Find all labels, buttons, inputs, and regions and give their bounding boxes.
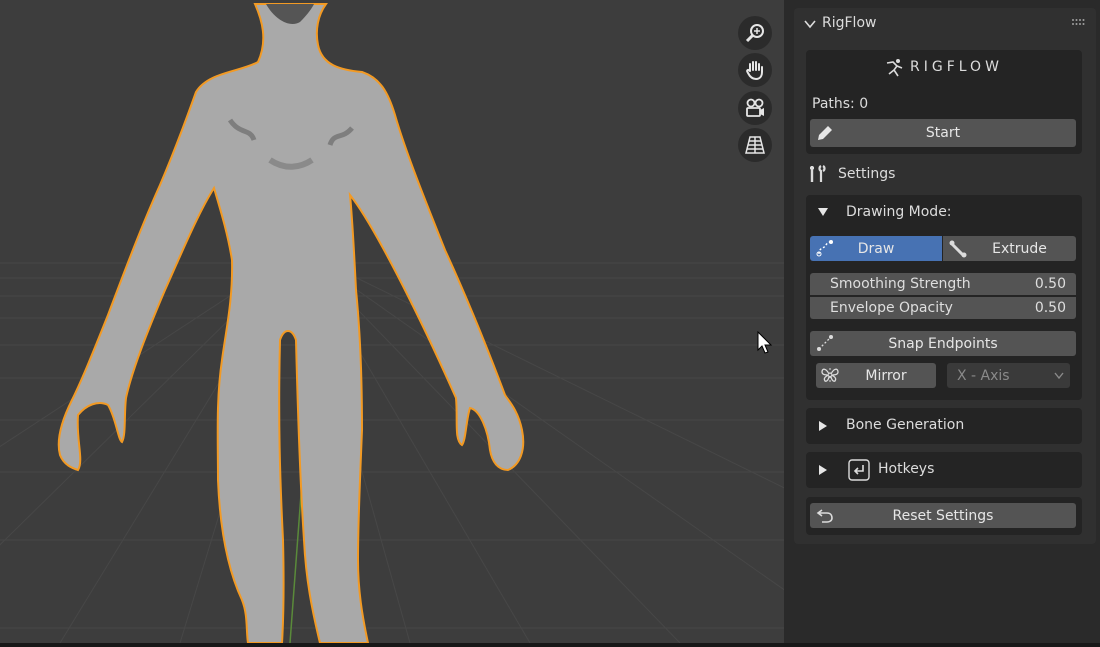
- wrench-screwdriver-icon: [810, 165, 826, 182]
- character-mesh: [57, 3, 525, 643]
- reset-section: Reset Settings: [806, 497, 1082, 535]
- scene-canvas: [0, 3, 784, 643]
- snap-line-icon: [817, 335, 833, 351]
- hotkeys-section[interactable]: Hotkeys: [806, 452, 1082, 488]
- mouse-cursor-icon: [757, 331, 773, 354]
- mirror-toggle[interactable]: Mirror: [816, 363, 936, 388]
- hand-pan-icon[interactable]: [738, 53, 772, 87]
- logo-text: RIGFLOW: [910, 59, 1003, 75]
- snap-label: Snap Endpoints: [888, 335, 998, 352]
- extrude-mode-button[interactable]: Extrude: [943, 236, 1076, 261]
- expand-right-icon[interactable]: [819, 465, 827, 475]
- camera-icon[interactable]: [738, 91, 772, 125]
- mirror-butterfly-icon: [821, 368, 839, 382]
- hotkeys-label: Hotkeys: [878, 461, 935, 477]
- status-bar: [0, 643, 1100, 647]
- smoothing-strength-field[interactable]: Smoothing Strength 0.50: [810, 273, 1076, 295]
- grid-perspective-icon[interactable]: [738, 128, 772, 162]
- axis-value: X - Axis: [957, 367, 1010, 384]
- reset-settings-button[interactable]: Reset Settings: [810, 503, 1076, 528]
- draw-path-icon: [816, 240, 833, 257]
- paths-count: Paths: 0: [812, 96, 869, 112]
- axis-dropdown[interactable]: X - Axis: [947, 363, 1070, 388]
- bone-icon: [949, 240, 967, 258]
- start-button[interactable]: Start: [810, 119, 1076, 147]
- mirror-label: Mirror: [865, 367, 907, 384]
- 3d-viewport[interactable]: [0, 0, 784, 643]
- expand-right-icon[interactable]: [819, 421, 827, 431]
- bone-generation-label: Bone Generation: [846, 417, 965, 433]
- enter-key-icon: [848, 459, 870, 481]
- sidebar: RigFlow RIGFLOW Paths: 0 Start Settings …: [784, 0, 1100, 643]
- drawing-mode-label[interactable]: Drawing Mode:: [846, 204, 952, 220]
- reset-label: Reset Settings: [892, 507, 994, 524]
- snap-endpoints-button[interactable]: Snap Endpoints: [810, 331, 1076, 356]
- opacity-label: Envelope Opacity: [830, 300, 953, 316]
- expand-down-icon[interactable]: [818, 208, 828, 216]
- opacity-value: 0.50: [1034, 300, 1066, 316]
- drawing-mode-section: Drawing Mode: Draw Extrude Smoothing Str…: [806, 195, 1082, 400]
- zoom-icon[interactable]: [738, 16, 772, 50]
- extrude-label: Extrude: [992, 240, 1047, 257]
- dropdown-chevron-icon: [1054, 372, 1064, 379]
- running-figure-icon: [886, 59, 903, 77]
- rigflow-panel: RigFlow RIGFLOW Paths: 0 Start Settings …: [794, 8, 1096, 544]
- start-label: Start: [925, 125, 961, 141]
- bone-generation-section[interactable]: Bone Generation: [806, 408, 1082, 444]
- drag-grip-icon[interactable]: [1071, 18, 1085, 26]
- chevron-down-icon[interactable]: [804, 19, 816, 29]
- draw-label: Draw: [857, 240, 895, 257]
- envelope-opacity-field[interactable]: Envelope Opacity 0.50: [810, 297, 1076, 319]
- smoothing-label: Smoothing Strength: [830, 276, 971, 292]
- logo-box: RIGFLOW Paths: 0 Start: [806, 50, 1082, 154]
- smoothing-value: 0.50: [1034, 276, 1066, 292]
- undo-icon: [816, 509, 833, 523]
- settings-label: Settings: [838, 166, 896, 182]
- pencil-icon: [818, 126, 832, 140]
- panel-title[interactable]: RigFlow: [822, 15, 876, 31]
- draw-mode-button[interactable]: Draw: [810, 236, 942, 261]
